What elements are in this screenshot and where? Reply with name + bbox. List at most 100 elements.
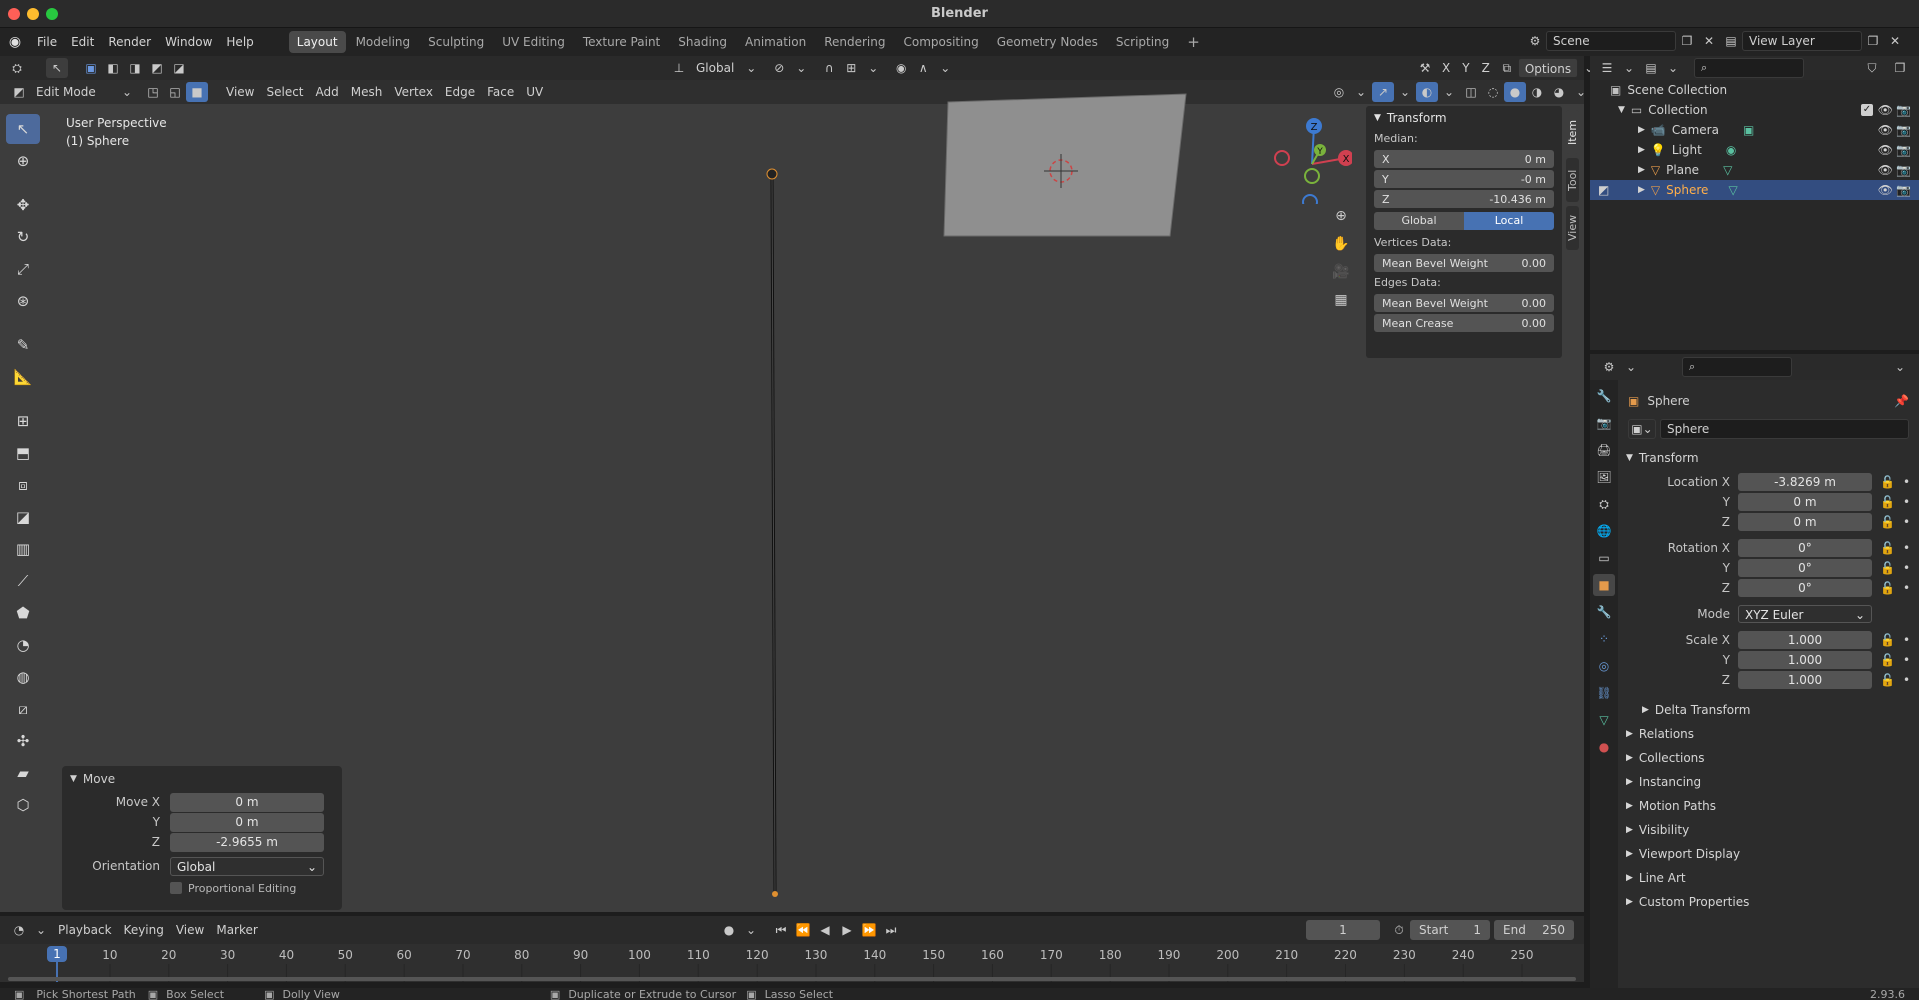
rotate-tool-icon[interactable]: ↻: [6, 222, 40, 252]
output-tab-icon[interactable]: 🖨: [1593, 439, 1615, 461]
rotation-z-field[interactable]: 0°: [1738, 579, 1872, 597]
transform-panel-title[interactable]: Transform: [1387, 111, 1447, 125]
edge-slide-tool-icon[interactable]: ⧄: [6, 694, 40, 724]
camera-render-icon[interactable]: 📷: [1896, 163, 1911, 177]
jump-start-icon[interactable]: ⏮: [770, 920, 792, 940]
jump-end-icon[interactable]: ⏭: [880, 920, 902, 940]
pan-hand-icon[interactable]: ✋: [1330, 234, 1352, 254]
select-new-icon[interactable]: ▣: [80, 58, 102, 78]
world-tab-icon[interactable]: 🌐: [1593, 520, 1615, 542]
editor-chevron-icon[interactable]: ⌄: [30, 920, 52, 940]
mode-chevron-icon[interactable]: ⌄: [116, 82, 138, 102]
camera-data-icon[interactable]: ▣: [1743, 123, 1754, 137]
outliner-search-input[interactable]: ⌕: [1694, 58, 1804, 78]
mesh-data-icon[interactable]: ▽: [1728, 183, 1737, 197]
select-extend-icon[interactable]: ◧: [102, 58, 124, 78]
pivot-point-icon[interactable]: ⊘: [768, 58, 790, 78]
eye-icon[interactable]: 👁: [1878, 183, 1893, 197]
outliner-item-light[interactable]: ▶ 💡 Light ◉ 👁 📷: [1590, 140, 1919, 160]
lock-icon[interactable]: 🔓: [1880, 495, 1895, 509]
snap-chevron-icon[interactable]: ⌄: [862, 58, 884, 78]
move-z-field[interactable]: -2.9655 m: [170, 832, 324, 852]
zoom-icon[interactable]: ⊕: [1330, 206, 1352, 226]
collection-tab-icon[interactable]: ▭: [1593, 547, 1615, 569]
edge-bevel-weight-field[interactable]: Mean Bevel Weight 0.00: [1374, 294, 1554, 312]
proportional-falloff-icon[interactable]: ∧: [912, 58, 934, 78]
plane-mesh[interactable]: [930, 86, 1192, 256]
transform-orientation-dropdown[interactable]: Global: [690, 58, 740, 78]
collection-checkbox[interactable]: ✓: [1861, 104, 1873, 116]
delete-view-layer-icon[interactable]: ✕: [1884, 31, 1906, 51]
visibility-section[interactable]: ▶ Visibility: [1618, 818, 1919, 842]
tab-animation[interactable]: Animation: [737, 31, 814, 53]
poly-build-tool-icon[interactable]: ⬟: [6, 598, 40, 628]
tab-scripting[interactable]: Scripting: [1108, 31, 1177, 53]
loop-cut-tool-icon[interactable]: ▥: [6, 534, 40, 564]
eye-icon[interactable]: 👁: [1878, 163, 1893, 177]
lock-icon[interactable]: 🔓: [1880, 581, 1895, 595]
end-frame-field[interactable]: End 250: [1494, 920, 1574, 940]
location-y-field[interactable]: 0 m: [1738, 493, 1872, 511]
inset-tool-icon[interactable]: ⧈: [6, 470, 40, 500]
outliner-collection[interactable]: ▼ ▭ Collection ✓ 👁 📷: [1590, 100, 1919, 120]
stopwatch-icon[interactable]: ⏱: [1388, 920, 1410, 940]
proportional-editing-icon[interactable]: ◉: [890, 58, 912, 78]
location-z-field[interactable]: 0 m: [1738, 513, 1872, 531]
mode-dropdown[interactable]: Edit Mode: [30, 82, 116, 102]
select-tool-icon[interactable]: ↖: [46, 58, 68, 78]
add-workspace-button[interactable]: +: [1179, 31, 1208, 53]
editor-chevron-icon[interactable]: ⌄: [1618, 58, 1640, 78]
eye-icon[interactable]: 👁: [1878, 123, 1893, 137]
mirror-icon[interactable]: ⚒: [1414, 58, 1436, 78]
modifier-tab-icon[interactable]: 🔧: [1593, 601, 1615, 623]
tab-uv-editing[interactable]: UV Editing: [494, 31, 573, 53]
material-tab-icon[interactable]: ●: [1593, 736, 1615, 758]
sphere-mesh[interactable]: [760, 164, 790, 904]
eye-icon[interactable]: 👁: [1878, 103, 1893, 117]
visibility-selectability-icon[interactable]: ◎: [1328, 82, 1350, 102]
current-frame-field[interactable]: 1: [1306, 920, 1380, 940]
tab-geometry-nodes[interactable]: Geometry Nodes: [989, 31, 1106, 53]
view-layer-field[interactable]: View Layer: [1742, 31, 1862, 51]
new-collection-icon[interactable]: ❐: [1889, 58, 1911, 78]
pivot-chevron-icon[interactable]: ⌄: [790, 58, 812, 78]
mesh-data-icon[interactable]: ▽: [1723, 163, 1732, 177]
extrude-tool-icon[interactable]: ⬒: [6, 438, 40, 468]
render-tab-icon[interactable]: 📷: [1593, 412, 1615, 434]
viewport-display-section[interactable]: ▶ Viewport Display: [1618, 842, 1919, 866]
orientation-chevron-icon[interactable]: ⌄: [740, 58, 762, 78]
vertex-bevel-weight-field[interactable]: Mean Bevel Weight 0.00: [1374, 254, 1554, 272]
delete-scene-icon[interactable]: ✕: [1698, 31, 1720, 51]
select-subtract-icon[interactable]: ◨: [124, 58, 146, 78]
annotate-tool-icon[interactable]: ✎: [6, 330, 40, 360]
tab-rendering[interactable]: Rendering: [816, 31, 893, 53]
lock-icon[interactable]: 🔓: [1880, 541, 1895, 555]
object-tab-icon[interactable]: ■: [1593, 574, 1615, 596]
menu-uv[interactable]: UV: [520, 82, 549, 102]
spin-tool-icon[interactable]: ◔: [6, 630, 40, 660]
tab-texture-paint[interactable]: Texture Paint: [575, 31, 668, 53]
transform-section[interactable]: ▼ Transform: [1618, 446, 1919, 470]
tab-modeling[interactable]: Modeling: [348, 31, 419, 53]
select-invert-icon[interactable]: ◩: [146, 58, 168, 78]
move-x-field[interactable]: 0 m: [170, 792, 324, 812]
blender-logo-icon[interactable]: ◉: [0, 34, 30, 50]
vertex-select-icon[interactable]: ◳: [142, 82, 164, 102]
object-browse-icon[interactable]: ▣⌄: [1628, 419, 1656, 439]
lock-icon[interactable]: 🔓: [1880, 515, 1895, 529]
scene-name-field[interactable]: Scene: [1546, 31, 1676, 51]
scale-z-field[interactable]: 1.000: [1738, 671, 1872, 689]
mirror-z-toggle[interactable]: Z: [1476, 58, 1496, 78]
menu-playback[interactable]: Playback: [52, 920, 118, 940]
play-icon[interactable]: ▶: [836, 920, 858, 940]
constraints-tab-icon[interactable]: ⛓: [1593, 682, 1615, 704]
transform-tool-icon[interactable]: ⊛: [6, 286, 40, 316]
tab-sculpting[interactable]: Sculpting: [420, 31, 492, 53]
gizmo-chevron-icon[interactable]: ⌄: [1394, 82, 1416, 102]
lock-icon[interactable]: 🔓: [1880, 633, 1895, 647]
camera-render-icon[interactable]: 📷: [1896, 103, 1911, 117]
outliner-item-plane[interactable]: ▶ ▽ Plane ▽ 👁 📷: [1590, 160, 1919, 180]
data-tab-icon[interactable]: ▽: [1593, 709, 1615, 731]
camera-render-icon[interactable]: 📷: [1896, 183, 1911, 197]
view-layer-tab-icon[interactable]: 🖼: [1593, 466, 1615, 488]
